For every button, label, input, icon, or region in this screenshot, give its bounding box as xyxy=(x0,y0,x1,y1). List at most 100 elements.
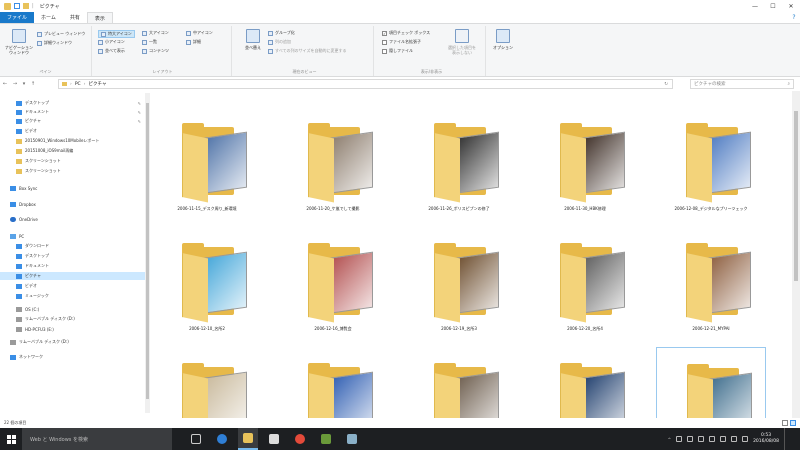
task-view-button[interactable] xyxy=(186,428,206,450)
tray-icon[interactable] xyxy=(676,436,683,442)
nav-item[interactable]: ピクチャ ✎ xyxy=(0,117,145,125)
action-center-button[interactable] xyxy=(784,428,794,450)
ime-icon[interactable] xyxy=(742,436,749,442)
up-button[interactable]: ↑ xyxy=(28,81,38,87)
details-pane-button[interactable]: 詳細ウィンドウ xyxy=(37,40,72,46)
tab-file[interactable]: ファイル xyxy=(0,12,35,23)
new-folder-icon[interactable] xyxy=(23,3,29,9)
hide-selected-button[interactable]: 選択した項目を 表示しない xyxy=(444,29,480,55)
hidden-items-toggle[interactable]: 隠しファイル xyxy=(382,48,413,54)
store-button[interactable] xyxy=(264,428,284,450)
nav-item[interactable]: PC xyxy=(0,232,145,240)
preview-pane-button[interactable]: プレビュー ウィンドウ xyxy=(37,31,85,37)
nav-item[interactable]: ドキュメント xyxy=(0,262,145,270)
edge-button[interactable] xyxy=(212,428,232,450)
nav-item[interactable]: Dropbox xyxy=(0,200,145,208)
nav-item[interactable]: デスクトップ xyxy=(0,252,145,260)
nav-item[interactable]: リムーバブル ディスク (D:) xyxy=(0,315,145,323)
properties-icon[interactable] xyxy=(14,3,20,9)
breadcrumb-pc[interactable]: PC xyxy=(75,82,81,87)
nav-item[interactable]: ダウンロード xyxy=(0,242,145,250)
nav-item[interactable]: スクリーンショット xyxy=(0,167,145,175)
battery-icon[interactable] xyxy=(709,436,716,442)
search-input[interactable]: ピクチャの検索 ⌕ xyxy=(690,79,794,89)
nav-item[interactable]: ビデオ xyxy=(0,127,145,135)
tray-icon[interactable] xyxy=(687,436,694,442)
nav-item[interactable]: リムーバブル ディスク (D:) xyxy=(0,338,145,346)
tray-chevron-icon[interactable]: ^ xyxy=(668,437,671,442)
app-button[interactable] xyxy=(342,428,362,450)
tray-icon[interactable] xyxy=(698,436,705,442)
group-by-button[interactable]: グループ化 xyxy=(268,30,295,36)
back-button[interactable]: ← xyxy=(0,81,10,87)
folder-tile[interactable]: 2006-12-16_博覧会 xyxy=(278,227,388,342)
nav-item[interactable]: OneDrive xyxy=(0,215,145,223)
add-columns-button[interactable]: 列の追加 xyxy=(268,39,291,45)
close-button[interactable]: ✕ xyxy=(782,0,800,12)
nav-item[interactable]: ドキュメント ✎ xyxy=(0,108,145,116)
layout-tiles[interactable]: 並べて表示 xyxy=(98,48,125,54)
layout-list[interactable]: 一覧 xyxy=(142,39,157,45)
folder-tile[interactable]: 2006-11-15_デスク周り_新環境 xyxy=(152,107,262,222)
scrollbar-thumb[interactable] xyxy=(146,103,149,399)
folder-tile[interactable]: 2006-12-10_名所2 xyxy=(152,227,262,342)
minimize-button[interactable]: — xyxy=(746,0,764,12)
tab-share[interactable]: 共有 xyxy=(63,12,87,23)
options-button[interactable]: オプション xyxy=(490,29,516,50)
file-explorer-button[interactable] xyxy=(238,428,258,450)
tab-home[interactable]: ホーム xyxy=(34,12,63,23)
nav-item[interactable]: ミュージック xyxy=(0,292,145,300)
nav-item[interactable]: Box Sync xyxy=(0,184,145,192)
nav-item[interactable]: OS (C:) xyxy=(0,305,145,313)
nav-item[interactable]: デスクトップ ✎ xyxy=(0,99,145,107)
help-icon[interactable]: ? xyxy=(788,12,800,23)
recent-locations-icon[interactable]: ▾ xyxy=(20,81,28,87)
network-icon[interactable] xyxy=(720,436,727,442)
scrollbar-thumb[interactable] xyxy=(794,111,798,281)
folder-tile[interactable]: 2006-11-30_HBK修理 xyxy=(530,107,640,222)
details-view-icon[interactable] xyxy=(782,420,788,426)
layout-extra-large-icons[interactable]: 特大アイコン xyxy=(98,30,135,38)
folder-tile[interactable]: 2006-11-20_ケ嵐でして撮影 xyxy=(278,107,388,222)
folder-tile[interactable] xyxy=(404,347,514,418)
fit-columns-button[interactable]: すべての列のサイズを自動的に変更する xyxy=(268,48,346,54)
maximize-button[interactable]: ☐ xyxy=(764,0,782,12)
forward-button[interactable]: → xyxy=(10,81,20,87)
nav-item[interactable]: ピクチャ xyxy=(0,272,145,280)
path-box[interactable]: › PC › ピクチャ ↻ xyxy=(58,79,673,89)
folder-tile[interactable]: 2006-12-20_名所4 xyxy=(530,227,640,342)
folder-tile[interactable]: 2006-12-21_MYPAI xyxy=(656,227,766,342)
volume-icon[interactable] xyxy=(731,436,738,442)
sort-by-button[interactable]: 並べ替え xyxy=(242,29,264,50)
clock[interactable]: 0:53 2016/08/08 xyxy=(753,433,779,445)
content-scrollbar[interactable] xyxy=(792,91,800,418)
layout-details[interactable]: 詳細 xyxy=(186,39,201,45)
nav-item[interactable]: ビデオ xyxy=(0,282,145,290)
layout-large-icons[interactable]: 大アイコン xyxy=(142,30,169,36)
folder-tile[interactable]: 2006-11-26_ポリスピプンの修了 xyxy=(404,107,514,222)
breadcrumb-pictures[interactable]: ピクチャ xyxy=(88,81,106,87)
nav-item[interactable]: ネットワーク xyxy=(0,353,145,361)
folder-tile[interactable] xyxy=(530,347,640,418)
nav-item[interactable]: 20150901_Windows10Mobileレポート xyxy=(0,137,145,145)
start-button[interactable] xyxy=(0,428,22,450)
file-extensions-toggle[interactable]: ファイル名拡張子 xyxy=(382,39,421,45)
folder-tile[interactable] xyxy=(656,347,766,418)
nav-item[interactable]: HD-PCFU3 (E:) xyxy=(0,325,145,333)
folder-tile[interactable]: 2006-12-08_デジタルなプリーツェック xyxy=(656,107,766,222)
item-checkboxes-toggle[interactable]: ✓ 項目チェック ボックス xyxy=(382,30,430,36)
app-button[interactable] xyxy=(316,428,336,450)
layout-medium-icons[interactable]: 中アイコン xyxy=(186,30,213,36)
navigation-pane-button[interactable]: ナビゲーション ウィンドウ xyxy=(4,29,34,55)
chrome-button[interactable] xyxy=(290,428,310,450)
folder-tile[interactable] xyxy=(278,347,388,418)
taskbar-search-box[interactable]: Web と Windows を検索 xyxy=(22,428,172,450)
large-icons-view-icon[interactable] xyxy=(790,420,796,426)
folder-tile[interactable]: 2006-12-19_名所3 xyxy=(404,227,514,342)
layout-small-icons[interactable]: 小アイコン xyxy=(98,39,125,45)
refresh-icon[interactable]: ↻ xyxy=(664,82,668,87)
layout-content[interactable]: コンテンツ xyxy=(142,48,169,54)
tab-view[interactable]: 表示 xyxy=(86,12,113,23)
nav-item[interactable]: 20151008_iOS9mail再編 xyxy=(0,147,145,155)
navigation-pane-scrollbar[interactable] xyxy=(145,93,150,413)
